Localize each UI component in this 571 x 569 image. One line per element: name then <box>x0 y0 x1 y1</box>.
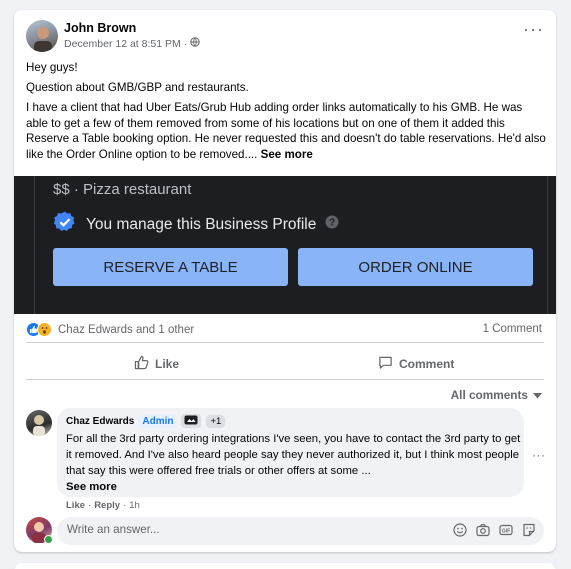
post-author-name[interactable]: John Brown <box>64 21 136 35</box>
business-profile-panel: $$ · Pizza restaurant You manage this Bu… <box>34 176 548 314</box>
comment-label: Comment <box>399 357 455 371</box>
comment-bubble: Chaz Edwards Admin +1 For all the 3rd pa… <box>57 408 524 497</box>
like-label: Like <box>155 357 180 371</box>
write-answer-input[interactable] <box>67 523 447 536</box>
verified-badge-icon <box>53 210 77 239</box>
next-post-card <box>14 563 556 569</box>
comment-like-link[interactable]: Like <box>66 500 85 511</box>
post-meta: December 12 at 8:51 PM · <box>64 37 200 50</box>
comments-filter-label: All comments <box>450 388 528 402</box>
sticker-icon[interactable] <box>522 523 536 537</box>
reactions-text[interactable]: Chaz Edwards and 1 other <box>58 324 194 336</box>
help-icon: ? <box>325 215 339 234</box>
comments-filter-dropdown[interactable]: All comments <box>451 388 542 402</box>
meta-separator: · <box>183 37 188 50</box>
comment-header: Chaz Edwards Admin +1 <box>66 414 226 428</box>
thumbs-up-icon <box>134 355 149 373</box>
comment-see-more-link[interactable]: See more <box>66 481 117 493</box>
reserve-table-button: RESERVE A TABLE <box>53 248 288 286</box>
manage-profile-text: You manage this Business Profile <box>86 215 317 233</box>
footer-dot: · <box>123 500 127 511</box>
caret-down-icon <box>533 388 542 402</box>
svg-text:?: ? <box>329 218 335 229</box>
online-status-dot <box>44 535 53 544</box>
post-timestamp[interactable]: December 12 at 8:51 PM <box>64 38 181 50</box>
divider-bottom <box>26 379 544 380</box>
like-button[interactable]: Like <box>134 353 179 375</box>
wow-reaction-icon <box>37 322 52 337</box>
post-see-more-link[interactable]: See more <box>261 148 313 161</box>
post-card: John Brown December 12 at 8:51 PM · ··· … <box>14 10 556 552</box>
comment-reply-link[interactable]: Reply <box>94 500 120 511</box>
reactions-summary[interactable]: Chaz Edwards and 1 other <box>26 322 194 337</box>
globe-icon <box>190 37 200 50</box>
footer-dot: · <box>88 500 92 511</box>
comment-count[interactable]: 1 Comment <box>483 323 542 335</box>
post-body: I have a client that had Uber Eats/Grub … <box>26 100 546 162</box>
comment-time[interactable]: 1h <box>129 500 140 511</box>
post-line-2: Question about GMB/GBP and restaurants. <box>26 81 249 94</box>
comment-text: For all the 3rd party ordering integrati… <box>66 431 521 495</box>
badge-icon <box>181 414 202 428</box>
comment-body: For all the 3rd party ordering integrati… <box>66 433 521 477</box>
comment-footer: Like · Reply · 1h <box>66 500 140 511</box>
commenter-avatar[interactable] <box>26 410 52 436</box>
comment-icon <box>378 355 393 373</box>
commenter-name[interactable]: Chaz Edwards <box>66 416 134 427</box>
manage-profile-row: You manage this Business Profile ? <box>53 210 339 239</box>
admin-badge: Admin <box>139 414 177 428</box>
emoji-icon[interactable] <box>453 523 467 537</box>
more-horizontal-icon[interactable]: ··· <box>523 20 544 38</box>
price-category-text: $$ · Pizza restaurant <box>53 181 192 198</box>
extra-badges-count[interactable]: +1 <box>206 414 226 428</box>
camera-icon[interactable] <box>476 523 490 537</box>
post-image[interactable]: $$ · Pizza restaurant You manage this Bu… <box>14 176 556 314</box>
reaction-icons <box>26 322 52 337</box>
author-avatar[interactable] <box>26 20 58 52</box>
gif-icon[interactable]: GIF <box>499 523 513 537</box>
svg-text:GIF: GIF <box>502 528 510 534</box>
divider-top <box>26 342 544 343</box>
comment-button[interactable]: Comment <box>378 353 454 375</box>
comment-more-icon[interactable]: ··· <box>532 448 546 462</box>
comment-composer[interactable]: GIF <box>57 517 544 545</box>
post-line-1: Hey guys! <box>26 61 78 74</box>
order-online-button: ORDER ONLINE <box>298 248 533 286</box>
composer-icons: GIF <box>453 523 536 537</box>
